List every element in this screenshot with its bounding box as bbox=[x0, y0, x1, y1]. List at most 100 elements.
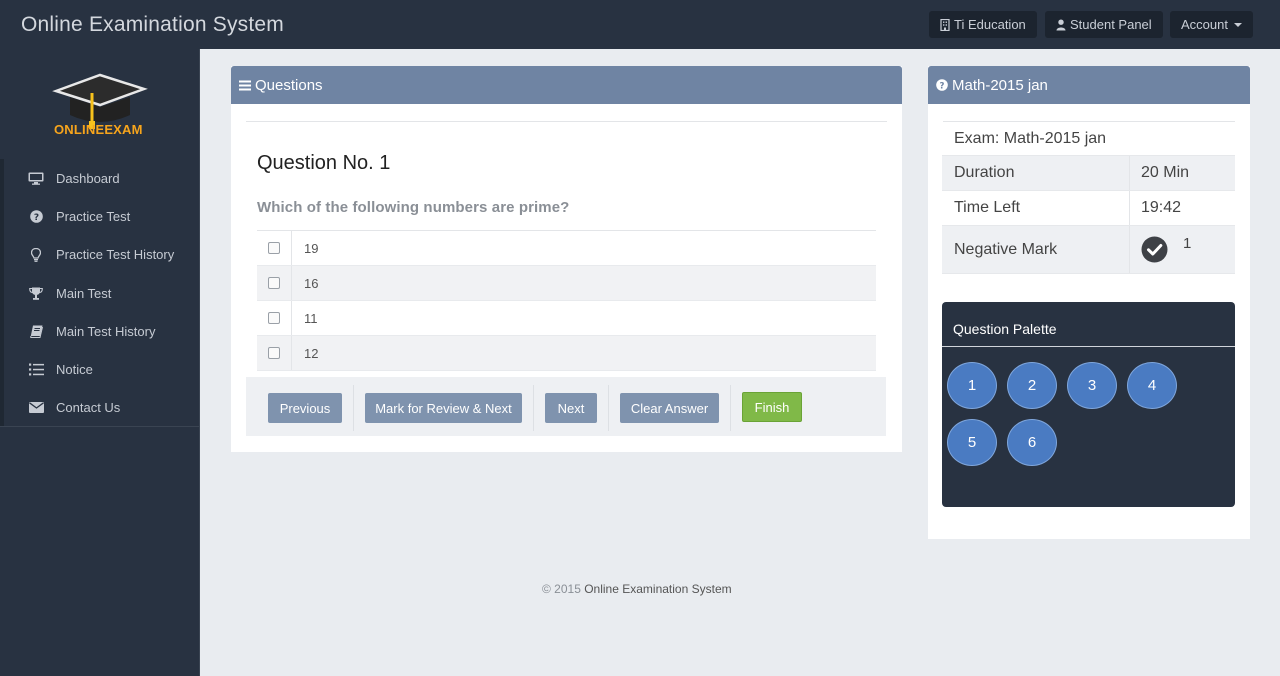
exam-name-row: Exam: Math-2015 jan bbox=[942, 122, 1235, 156]
palette-question-button[interactable]: 2 bbox=[1007, 362, 1057, 409]
option-row[interactable]: 12 bbox=[257, 336, 876, 371]
logo-text-part1: ONLINE bbox=[54, 122, 105, 137]
negative-mark-label: Negative Mark bbox=[942, 226, 1130, 273]
exam-panel-header: ? Math-2015 jan bbox=[928, 66, 1250, 104]
option-row[interactable]: 19 bbox=[257, 231, 876, 266]
list-icon bbox=[26, 363, 46, 376]
top-navbar: Online Examination System Ti Education S… bbox=[0, 0, 1280, 49]
footer: © 2015 Online Examination System bbox=[542, 582, 732, 596]
caret-down-icon bbox=[1233, 23, 1242, 27]
question-actions: Previous Mark for Review & Next Next Cle… bbox=[246, 377, 886, 436]
option-checkbox[interactable] bbox=[268, 277, 280, 289]
time-left-row: Time Left 19:42 bbox=[942, 191, 1235, 226]
sidebar-item-label: Practice Test History bbox=[56, 247, 175, 263]
question-text: Which of the following numbers are prime… bbox=[257, 199, 570, 216]
divider bbox=[533, 385, 534, 431]
sidebar-item-main-test-history[interactable]: Main Test History bbox=[0, 312, 199, 351]
next-button[interactable]: Next bbox=[545, 393, 597, 423]
sidebar-item-practice-test[interactable]: ? Practice Test bbox=[0, 197, 199, 236]
palette-question-button[interactable]: 1 bbox=[947, 362, 997, 409]
negative-mark-cell: 1 bbox=[1130, 226, 1191, 273]
exam-info-panel: ? Math-2015 jan Exam: Math-2015 jan Dura… bbox=[928, 66, 1250, 539]
exam-info-table: Exam: Math-2015 jan Duration 20 Min Time… bbox=[942, 122, 1235, 274]
option-checkbox-cell bbox=[257, 301, 292, 335]
duration-value: 20 Min bbox=[1141, 164, 1190, 181]
logo-text-part2: EXAM bbox=[104, 122, 143, 137]
option-text: 11 bbox=[304, 310, 318, 326]
logo-text: ONLINEEXAM bbox=[54, 122, 143, 137]
negative-mark-value: 1 bbox=[1183, 235, 1192, 252]
building-icon bbox=[940, 18, 950, 31]
sidebar-item-label: Main Test bbox=[56, 285, 112, 301]
sidebar-item-label: Practice Test bbox=[56, 208, 131, 224]
sidebar-item-label: Notice bbox=[56, 362, 93, 378]
palette-question-button[interactable]: 6 bbox=[1007, 419, 1057, 466]
monitor-icon bbox=[26, 172, 46, 185]
book-icon bbox=[26, 325, 46, 338]
option-text: 12 bbox=[304, 345, 319, 361]
option-checkbox-cell bbox=[257, 336, 292, 370]
option-checkbox[interactable] bbox=[268, 312, 280, 324]
option-text: 16 bbox=[304, 275, 319, 291]
check-circle-icon bbox=[1141, 236, 1168, 263]
option-row[interactable]: 16 bbox=[257, 266, 876, 301]
option-text: 19 bbox=[304, 240, 319, 256]
sidebar-item-contact-us[interactable]: Contact Us bbox=[0, 388, 199, 428]
sidebar-item-label: Dashboard bbox=[56, 170, 120, 186]
answer-options: 19 16 11 12 bbox=[257, 230, 876, 371]
sidebar-nav: Dashboard ? Practice Test Practice Test … bbox=[0, 159, 199, 428]
exam-panel-title: Math-2015 jan bbox=[952, 76, 1048, 94]
finish-button[interactable]: Finish bbox=[742, 392, 802, 422]
sidebar-item-main-test[interactable]: Main Test bbox=[0, 273, 199, 313]
divider bbox=[730, 385, 731, 431]
mark-review-next-button[interactable]: Mark for Review & Next bbox=[365, 393, 522, 423]
org-button[interactable]: Ti Education bbox=[929, 11, 1037, 38]
divider bbox=[942, 346, 1235, 347]
sidebar-item-label: Main Test History bbox=[56, 323, 156, 339]
sidebar-item-label: Contact Us bbox=[56, 400, 121, 416]
question-number: Question No. 1 bbox=[257, 152, 391, 174]
divider bbox=[246, 121, 887, 122]
question-circle-icon: ? bbox=[26, 210, 46, 223]
time-left-value: 19:42 bbox=[1141, 199, 1182, 216]
questions-panel: Questions Question No. 1 Which of the fo… bbox=[231, 66, 902, 452]
bars-icon bbox=[239, 80, 251, 90]
palette-question-button[interactable]: 5 bbox=[947, 419, 997, 466]
user-icon bbox=[1056, 19, 1066, 30]
questions-panel-title: Questions bbox=[255, 76, 323, 94]
questions-panel-header: Questions bbox=[231, 66, 902, 104]
negative-mark-row: Negative Mark 1 bbox=[942, 226, 1235, 274]
account-dropdown[interactable]: Account bbox=[1170, 11, 1253, 38]
option-checkbox[interactable] bbox=[268, 347, 280, 359]
duration-label: Duration bbox=[942, 156, 1130, 190]
divider bbox=[608, 385, 609, 431]
org-button-label: Ti Education bbox=[954, 17, 1026, 32]
sidebar-divider bbox=[0, 426, 199, 427]
palette-question-button[interactable]: 3 bbox=[1067, 362, 1117, 409]
footer-link[interactable]: Online Examination System bbox=[584, 582, 731, 596]
sidebar: ONLINEEXAM Dashboard ? Practice Test Pra… bbox=[0, 49, 200, 676]
previous-button[interactable]: Previous bbox=[268, 393, 342, 423]
option-checkbox-cell bbox=[257, 266, 292, 300]
divider bbox=[353, 385, 354, 431]
option-checkbox-cell bbox=[257, 231, 292, 265]
exam-name: Exam: Math-2015 jan bbox=[954, 129, 1107, 147]
sidebar-item-dashboard[interactable]: Dashboard bbox=[0, 159, 199, 198]
student-panel-label: Student Panel bbox=[1070, 17, 1152, 32]
clear-answer-button[interactable]: Clear Answer bbox=[620, 393, 719, 423]
option-checkbox[interactable] bbox=[268, 242, 280, 254]
time-left-label: Time Left bbox=[942, 191, 1130, 225]
svg-text:?: ? bbox=[33, 213, 38, 223]
sidebar-item-notice[interactable]: Notice bbox=[0, 350, 199, 389]
lightbulb-icon bbox=[26, 247, 46, 262]
option-row[interactable]: 11 bbox=[257, 301, 876, 336]
student-panel-button[interactable]: Student Panel bbox=[1045, 11, 1163, 38]
trophy-icon bbox=[26, 287, 46, 300]
envelope-icon bbox=[26, 402, 46, 414]
palette-question-button[interactable]: 4 bbox=[1127, 362, 1177, 409]
footer-copyright: © 2015 bbox=[542, 582, 581, 596]
account-label: Account bbox=[1181, 17, 1228, 32]
sidebar-item-practice-test-history[interactable]: Practice Test History bbox=[0, 235, 199, 274]
palette-title: Question Palette bbox=[953, 321, 1057, 337]
app-title[interactable]: Online Examination System bbox=[21, 13, 284, 37]
